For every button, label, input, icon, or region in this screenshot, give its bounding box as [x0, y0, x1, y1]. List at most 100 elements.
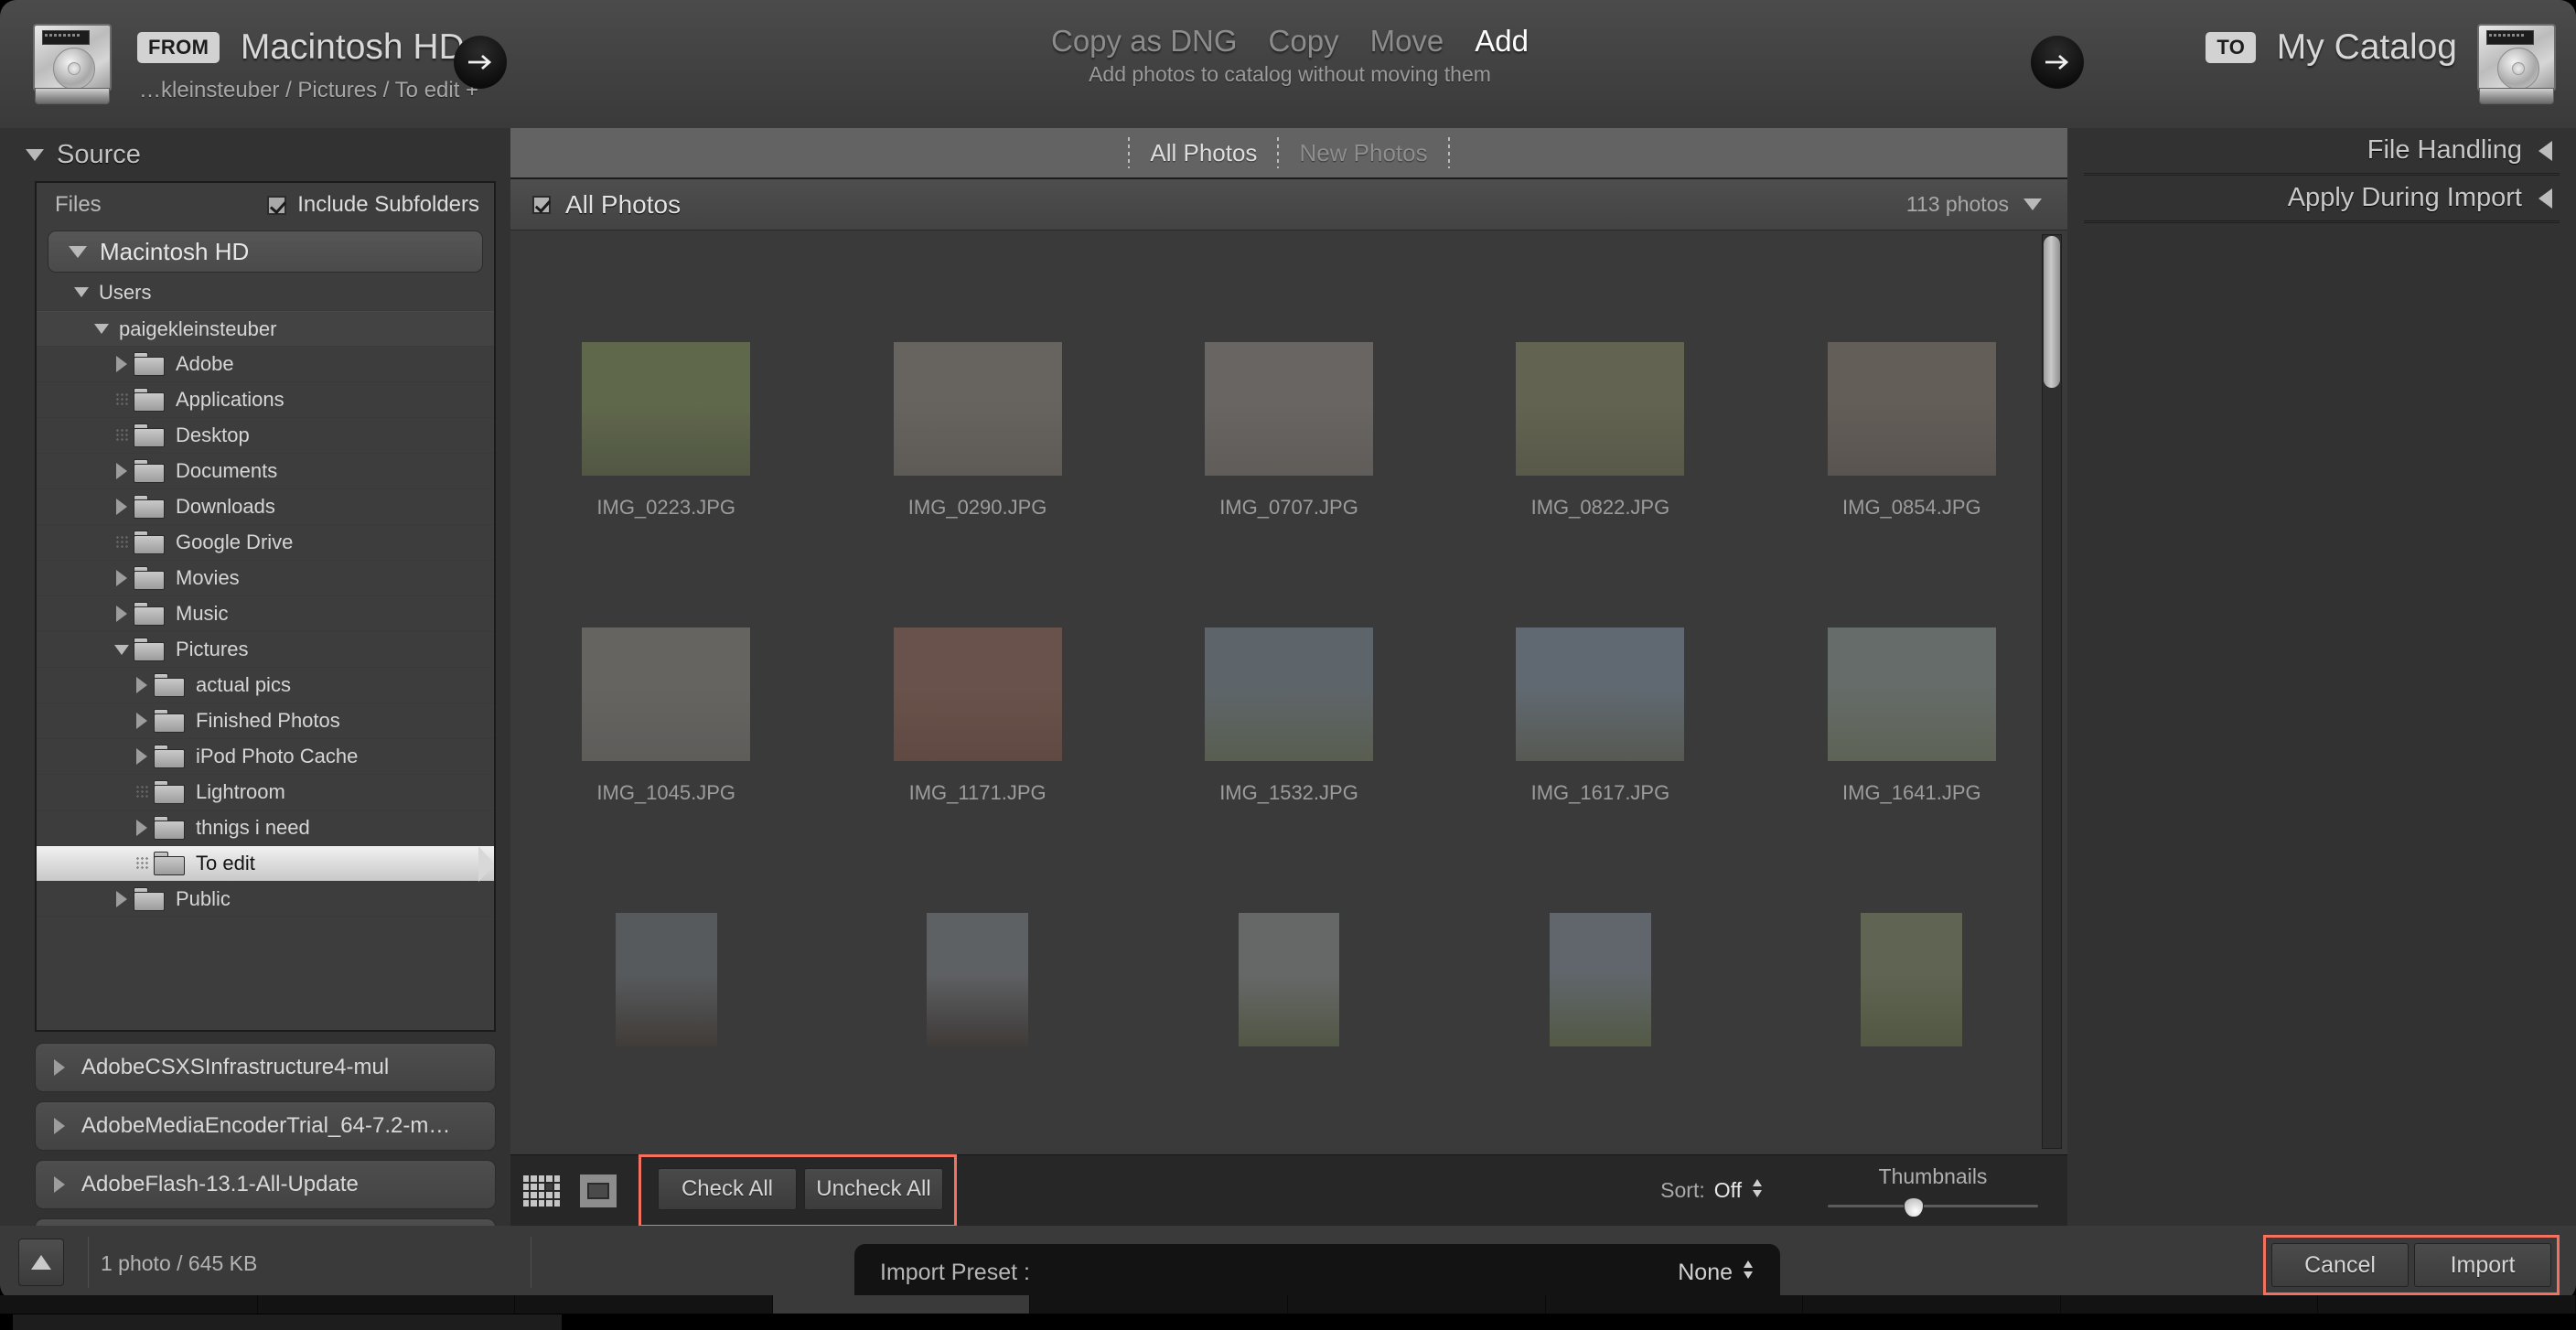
photo-thumbnail[interactable]	[1204, 627, 1374, 761]
taskbar-item-active[interactable]	[772, 1295, 1031, 1314]
folder-tree-row[interactable]: Music	[37, 596, 494, 632]
from-arrow-button[interactable]	[454, 36, 507, 89]
include-subfolders-checkbox[interactable]	[267, 195, 287, 215]
disclosure-right-icon[interactable]	[130, 677, 154, 693]
thumbnails-size-control[interactable]: Thumbnails	[1828, 1164, 2038, 1217]
apply-during-import-collapse-icon[interactable]	[2538, 188, 2552, 209]
folder-tree-row[interactable]: Users	[37, 274, 494, 311]
thumbnail-grid[interactable]: IMG_0223.JPG IMG_0290.JPG IMG_0707.JPG IMG_…	[510, 231, 2067, 1154]
include-subfolders-toggle[interactable]: Include Subfolders	[267, 192, 479, 218]
volume-row[interactable]: AdobeMediaEncoderTrial_64-7.2-m…	[35, 1101, 496, 1151]
grid-scrollbar-track[interactable]	[2042, 234, 2062, 1149]
thumbnail-cell[interactable]: IMG_0854.JPG	[1756, 265, 2067, 520]
folder-tree-row[interactable]: paigekleinsteuber	[37, 311, 494, 347]
source-root-row[interactable]: Macintosh HD	[48, 231, 483, 273]
sort-chevron-icon[interactable]	[1751, 1177, 1764, 1204]
import-preset-bar[interactable]: Import Preset : None	[854, 1244, 1780, 1301]
taskbar-item[interactable]	[1287, 1295, 1546, 1314]
disclosure-placeholder-icon[interactable]	[110, 535, 134, 550]
disclosure-right-icon[interactable]	[130, 748, 154, 765]
disclosure-down-icon[interactable]	[90, 324, 113, 334]
photo-thumbnail[interactable]	[893, 341, 1062, 476]
import-preset-value-group[interactable]: None	[1678, 1259, 1755, 1287]
thumbnail-cell[interactable]: IMG_0707.JPG	[1133, 265, 1444, 520]
thumbnail-cell[interactable]: IMG_1045.JPG	[510, 551, 821, 805]
disclosure-right-icon[interactable]	[110, 606, 134, 622]
taskbar-item[interactable]	[515, 1295, 773, 1314]
section-file-handling[interactable]: File Handling	[2084, 128, 2560, 176]
taskbar-item[interactable]	[257, 1295, 516, 1314]
thumbnail-cell[interactable]	[1444, 836, 1755, 1067]
thumbnail-cell[interactable]	[1756, 836, 2067, 1067]
thumbnail-cell[interactable]: IMG_0290.JPG	[821, 265, 1132, 520]
photo-thumbnail[interactable]	[1549, 912, 1651, 1046]
photo-thumbnail[interactable]	[582, 627, 751, 761]
disclosure-down-icon[interactable]	[70, 287, 93, 297]
folder-tree-row[interactable]: thnigs i need	[37, 810, 494, 846]
taskbar-item[interactable]	[1545, 1295, 1804, 1314]
disclosure-placeholder-icon[interactable]	[110, 392, 134, 407]
volume-disclosure-icon[interactable]	[54, 1118, 65, 1134]
cancel-button[interactable]: Cancel	[2271, 1243, 2409, 1287]
folder-tree-row[interactable]: Applications	[37, 382, 494, 418]
photo-thumbnail[interactable]	[615, 912, 717, 1046]
mode-add[interactable]: Add	[1475, 24, 1529, 59]
thumbnail-cell[interactable]: IMG_1641.JPG	[1756, 551, 2067, 805]
photo-thumbnail[interactable]	[1516, 341, 1685, 476]
photo-thumbnail[interactable]	[582, 341, 751, 476]
thumbnail-cell[interactable]: IMG_0822.JPG	[1444, 265, 1755, 520]
disclosure-right-icon[interactable]	[110, 356, 134, 372]
section-apply-during-import[interactable]: Apply During Import	[2084, 176, 2560, 223]
from-source-block[interactable]: FROM Macintosh HD	[137, 27, 492, 68]
disclosure-right-icon[interactable]	[110, 570, 134, 586]
disclosure-placeholder-icon[interactable]	[130, 785, 154, 799]
thumbnail-cell[interactable]: IMG_1171.JPG	[821, 551, 1132, 805]
thumbnail-cell[interactable]: IMG_1617.JPG	[1444, 551, 1755, 805]
disclosure-right-icon[interactable]	[110, 891, 134, 907]
disclosure-right-icon[interactable]	[110, 463, 134, 479]
disclosure-down-icon[interactable]	[110, 644, 134, 655]
folder-tree-row[interactable]: Movies	[37, 561, 494, 596]
mode-copy-as-dng[interactable]: Copy as DNG	[1051, 24, 1238, 59]
folder-tree-row[interactable]: Documents	[37, 454, 494, 489]
to-arrow-button[interactable]	[2031, 36, 2084, 89]
photo-thumbnail[interactable]	[1516, 627, 1685, 761]
sort-control[interactable]: Sort: Off	[1660, 1177, 1764, 1204]
folder-tree-row[interactable]: Google Drive	[37, 525, 494, 561]
photo-thumbnail[interactable]	[1827, 341, 1996, 476]
taskbar-item[interactable]	[2060, 1295, 2319, 1314]
photo-thumbnail[interactable]	[927, 912, 1029, 1046]
mode-copy[interactable]: Copy	[1269, 24, 1339, 59]
folder-tree-row[interactable]: Public	[37, 882, 494, 917]
folder-tree-row[interactable]: To edit	[37, 846, 494, 882]
disclosure-placeholder-icon[interactable]	[130, 856, 154, 871]
folder-tree-row[interactable]: Finished Photos	[37, 703, 494, 739]
taskbar-item[interactable]	[0, 1295, 258, 1314]
disclosure-right-icon[interactable]	[130, 713, 154, 729]
select-all-checkbox[interactable]	[532, 195, 551, 214]
thumbnail-cell[interactable]	[1133, 836, 1444, 1067]
folder-tree-row[interactable]: Adobe	[37, 347, 494, 382]
source-collapse-icon[interactable]	[26, 148, 44, 161]
volume-row[interactable]: AdobeFlash-13.1-All-Update	[35, 1160, 496, 1209]
mode-move[interactable]: Move	[1370, 24, 1444, 59]
file-handling-collapse-icon[interactable]	[2538, 140, 2552, 161]
to-catalog-block[interactable]: TO My Catalog	[2206, 27, 2457, 68]
import-preset-chevron-icon[interactable]	[1742, 1259, 1755, 1287]
photo-thumbnail[interactable]	[1204, 341, 1374, 476]
disclosure-right-icon[interactable]	[130, 820, 154, 836]
loupe-view-icon[interactable]	[580, 1174, 617, 1207]
folder-tree-row[interactable]: Desktop	[37, 418, 494, 454]
taskbar-item[interactable]	[1030, 1295, 1288, 1314]
photo-thumbnail[interactable]	[893, 627, 1062, 761]
grid-header-menu-icon[interactable]	[2023, 198, 2042, 210]
volume-disclosure-icon[interactable]	[54, 1059, 65, 1076]
folder-tree-row[interactable]: iPod Photo Cache	[37, 739, 494, 775]
thumbnail-cell[interactable]	[510, 836, 821, 1067]
photo-thumbnail[interactable]	[1827, 627, 1996, 761]
taskbar-item[interactable]	[2318, 1295, 2576, 1314]
folder-tree-row[interactable]: Downloads	[37, 489, 494, 525]
root-disclosure-icon[interactable]	[69, 245, 87, 258]
import-button[interactable]: Import	[2414, 1243, 2551, 1287]
grid-scrollbar-thumb[interactable]	[2044, 236, 2060, 388]
